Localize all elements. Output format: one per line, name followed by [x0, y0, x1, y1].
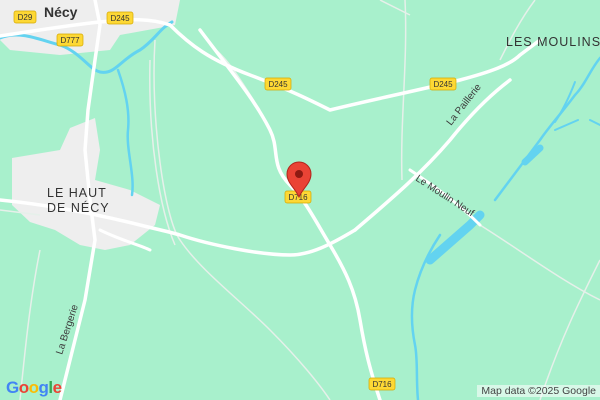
- place-label-necy[interactable]: Nécy: [44, 4, 78, 20]
- svg-text:D245: D245: [268, 80, 288, 89]
- place-label-les-moulins[interactable]: LES MOULINS: [506, 35, 600, 49]
- svg-text:D716: D716: [372, 380, 392, 389]
- svg-text:D245: D245: [110, 14, 130, 23]
- svg-text:D29: D29: [18, 13, 33, 22]
- google-logo[interactable]: Google: [6, 378, 62, 398]
- svg-text:D245: D245: [433, 80, 453, 89]
- road-shield-d245-right: D245: [429, 77, 457, 91]
- road-shield-d245-top: D245: [106, 11, 134, 25]
- map-attribution[interactable]: Map data ©2025 Google: [477, 385, 600, 397]
- place-label-le-haut[interactable]: LE HAUT: [47, 186, 107, 200]
- svg-text:D777: D777: [60, 36, 80, 45]
- map-canvas[interactable]: D29 D245 D777 D245 D245 D716 D716 Nécy L…: [0, 0, 600, 400]
- road-shield-d245-mid: D245: [264, 77, 292, 91]
- road-shield-d777: D777: [56, 33, 84, 47]
- place-label-de-necy[interactable]: DE NÉCY: [47, 200, 110, 215]
- road-shield-d716-bottom: D716: [368, 377, 396, 391]
- road-shield-d29: D29: [13, 10, 37, 24]
